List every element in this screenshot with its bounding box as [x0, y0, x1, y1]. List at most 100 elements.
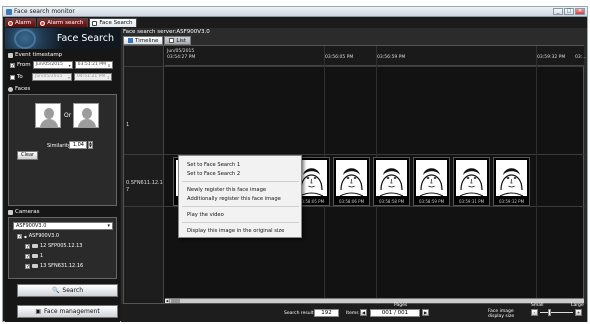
pages-label: Pages: [394, 303, 408, 308]
maximize-button[interactable]: □: [564, 8, 574, 15]
from-time-field[interactable]: 03:51:21 PM ⇕: [74, 61, 113, 69]
face-thumbnail[interactable]: 03:59:32 PM: [493, 157, 530, 206]
menu-item-new-register[interactable]: Newly register this face image: [187, 187, 266, 193]
search-button[interactable]: 🔍 Search: [17, 284, 118, 297]
tree-checkbox[interactable]: ✓: [17, 233, 22, 239]
face-icon: [8, 86, 13, 92]
face-thumbnail[interactable]: 03:59:31 PM: [453, 157, 490, 206]
timeline-icon: [128, 38, 133, 43]
menu-separator: [182, 222, 299, 223]
menu-item-additional-register[interactable]: Additionally register this face image: [187, 196, 281, 202]
time-header: Jun/05/2015 03:54:27 PM 03:56:05 PM 03:5…: [165, 46, 587, 66]
display-size-label: Face image display size: [488, 309, 515, 319]
menu-item-play-video[interactable]: Play the video: [187, 212, 224, 218]
tab-face-search[interactable]: Face Search: [89, 18, 138, 27]
spinner-icon: ⇕: [107, 63, 111, 68]
search-panel: Face Search Event timestamp ✓ From Jun/0…: [5, 28, 120, 322]
time-header-label: 03:...: [575, 55, 587, 60]
face-image: [416, 160, 447, 197]
tree-item-camera[interactable]: ✓ 13 SFN631.12.16: [25, 263, 83, 269]
alarm-icon: [8, 20, 13, 26]
to-row: To Jun/05/2015 ▾ 04:51:21 PM ⇕: [10, 73, 112, 81]
tree-checkbox[interactable]: ✓: [25, 263, 30, 269]
horizontal-scrollbar[interactable]: ◀: [165, 298, 584, 303]
to-checkbox[interactable]: [10, 74, 15, 80]
face-image: [456, 160, 487, 197]
results-footer: Search result 192 Items Pages ◀ 001 / 00…: [121, 303, 587, 322]
search-result-label: Search result: [284, 311, 314, 316]
scroll-thumb[interactable]: [171, 299, 180, 303]
similarity-input[interactable]: 1.04: [69, 141, 87, 149]
camera-icon: [32, 244, 38, 248]
face-search-icon: [92, 20, 98, 26]
chevron-down-icon: ▾: [68, 63, 71, 68]
tree-checkbox[interactable]: ✓: [25, 253, 30, 259]
size-increase-button[interactable]: +: [575, 309, 582, 316]
face-slot-1[interactable]: [35, 103, 61, 128]
face-management-icon: ▣: [35, 308, 41, 315]
to-time-field[interactable]: 04:51:21 PM ⇕: [74, 73, 112, 81]
server-icon: ▪: [24, 233, 27, 239]
menu-item-original-size[interactable]: Display this image in the original size: [187, 228, 284, 234]
menu-item-set-face-search-2[interactable]: Set to Face Search 2: [187, 171, 240, 177]
size-slider-knob[interactable]: [548, 309, 551, 316]
close-button[interactable]: ×: [575, 8, 585, 15]
window-title: Face search monitor: [14, 8, 75, 15]
thumbnail-time: 03:58:59 PM: [418, 199, 445, 204]
camera-select[interactable]: ASF900V3.0 ▾: [13, 222, 113, 230]
tree-item-camera[interactable]: ✓ 12 SFP005.12.13: [25, 243, 82, 249]
prev-page-button[interactable]: ◀: [360, 309, 367, 316]
from-date-field[interactable]: Jun/05/2015 ▾: [32, 61, 73, 69]
minimize-button[interactable]: _: [553, 8, 563, 15]
tab-list[interactable]: List: [164, 36, 192, 45]
tree-checkbox[interactable]: ✓: [25, 243, 30, 249]
tab-alarm[interactable]: Alarm: [5, 18, 37, 27]
face-thumbnail[interactable]: 03:58:58 PM: [373, 157, 410, 206]
from-checkbox[interactable]: ✓: [10, 62, 15, 68]
camera-icon: [32, 264, 38, 268]
tree-item-camera[interactable]: ✓ 1: [25, 253, 43, 259]
tree-item-root[interactable]: ✓ ▪ ASF900V3.0: [17, 233, 59, 239]
faces-panel: Or Similarity 1.04 ▲ ▼ Clear: [8, 94, 117, 206]
face-management-button[interactable]: ▣ Face management: [17, 305, 118, 318]
row-label-column: 1 0.SFN611.12.1 7: [124, 46, 164, 303]
next-page-button[interactable]: ▶: [422, 309, 429, 316]
face-slot-2[interactable]: [73, 103, 99, 128]
items-label: Items: [346, 311, 359, 316]
context-menu: Set to Face Search 1 Set to Face Search …: [178, 155, 302, 238]
search-icon: 🔍: [51, 287, 60, 294]
panel-title: Face Search: [56, 33, 114, 44]
grid-line: [536, 46, 537, 303]
search-result-value: 192: [314, 309, 339, 317]
thumbnail-time: 03:59:31 PM: [458, 199, 485, 204]
cameras-panel: ASF900V3.0 ▾ ✓ ▪ ASF900V3.0 ✓ 12 SFP005.12.1…: [8, 217, 117, 279]
scroll-left-icon[interactable]: ◀: [165, 299, 170, 303]
page-indicator: 001 / 001: [370, 309, 420, 317]
face-image: [376, 160, 407, 197]
face-image: [496, 160, 527, 197]
camera-icon: [32, 254, 38, 258]
clear-button[interactable]: Clear: [17, 151, 39, 160]
or-label: Or: [64, 112, 72, 119]
app-icon: [6, 9, 12, 15]
title-bar: Face search monitor _ □ ×: [3, 7, 587, 17]
alarm-search-icon: [40, 20, 46, 26]
grid-line: [124, 66, 585, 67]
to-date-field[interactable]: Jun/05/2015 ▾: [32, 73, 72, 81]
face-thumbnail[interactable]: 03:58:59 PM: [413, 157, 450, 206]
size-slider-track[interactable]: [540, 312, 573, 313]
face-image: [336, 160, 367, 197]
menu-item-set-face-search-1[interactable]: Set to Face Search 1: [187, 162, 240, 168]
large-label: Large: [571, 303, 584, 308]
size-decrease-button[interactable]: -: [531, 309, 538, 316]
similarity-spinner[interactable]: ▲ ▼: [88, 141, 93, 149]
time-header-label: 03:56:59 PM: [377, 55, 406, 60]
spinner-icon: ⇕: [106, 75, 110, 80]
thumbnail-time: 03:58:58 PM: [378, 199, 405, 204]
face-thumbnail[interactable]: 03:58:06 PM: [333, 157, 370, 206]
similarity-label: Similarity: [47, 143, 71, 149]
tab-alarm-search[interactable]: Alarm search: [37, 18, 89, 27]
row-label: 1: [126, 122, 130, 128]
menu-separator: [182, 206, 299, 207]
tab-timeline[interactable]: Timeline: [123, 36, 164, 45]
